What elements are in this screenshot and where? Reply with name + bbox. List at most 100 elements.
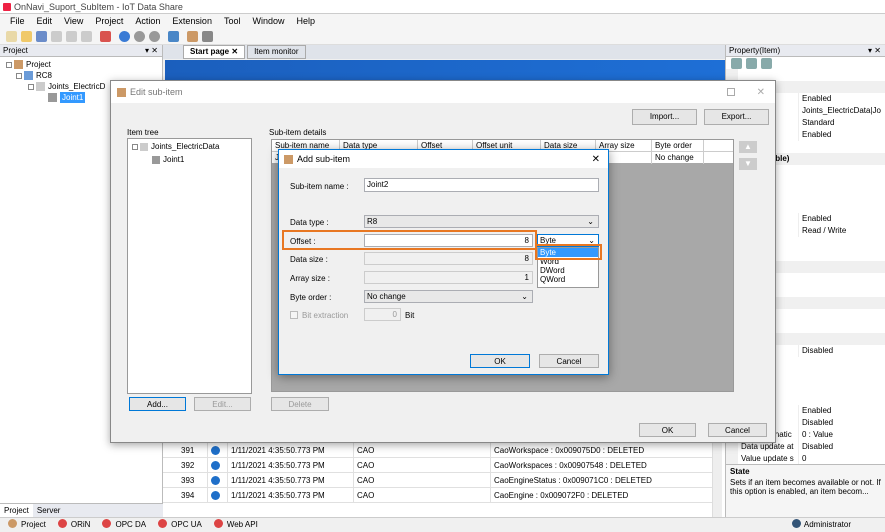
project-panel-title: Project <box>3 46 28 55</box>
stop-icon[interactable] <box>149 31 160 42</box>
chevron-down-icon: ⌄ <box>587 216 594 226</box>
tree-label: Joint1 <box>60 92 86 103</box>
property-panel-title: Property(Item) <box>729 46 781 55</box>
tree-label: Project <box>26 60 51 69</box>
categorized-icon[interactable] <box>731 57 742 69</box>
log-row[interactable]: 391 1/11/2021 4:35:50.773 PM CAO CaoWorkspa… <box>163 443 715 458</box>
tree-item-project[interactable]: Project <box>6 59 162 70</box>
tree-item-joints[interactable]: Joints_ElectricData <box>128 139 251 154</box>
status-orin[interactable]: ORiN <box>54 518 95 532</box>
move-up-button[interactable]: ▲ <box>739 141 757 153</box>
byte-order-select[interactable]: No change ⌄ <box>364 290 533 303</box>
offset-label: Offset : <box>290 237 316 246</box>
save-icon[interactable] <box>36 31 47 42</box>
info-icon <box>208 458 228 472</box>
status-opcda[interactable]: OPC DA <box>98 518 150 532</box>
property-pages-icon[interactable] <box>761 57 772 69</box>
cancel-button[interactable]: Cancel <box>708 423 767 437</box>
property-value: Enabled <box>798 213 885 225</box>
move-down-button[interactable]: ▼ <box>739 158 757 170</box>
status-project[interactable]: Project <box>4 518 50 532</box>
close-icon[interactable]: ✕ <box>592 154 600 165</box>
menu-item[interactable]: Window <box>246 14 290 29</box>
edit-button[interactable]: Edit... <box>194 397 251 411</box>
document-tabs: Start page ✕ Item monitor <box>163 45 725 59</box>
menu-item[interactable]: Project <box>89 14 129 29</box>
property-value: Standard <box>798 117 885 129</box>
log-id: 392 <box>163 458 208 472</box>
menu-item[interactable]: View <box>58 14 89 29</box>
menu-item[interactable]: Extension <box>166 14 218 29</box>
option-dword[interactable]: DWord <box>538 266 598 275</box>
menu-item[interactable]: File <box>4 14 31 29</box>
collapse-icon[interactable] <box>28 83 34 90</box>
subitem-name-input[interactable]: Joint2 <box>364 178 599 192</box>
log-row[interactable]: 393 1/11/2021 4:35:50.773 PM CAO CaoEngineS… <box>163 473 715 488</box>
opcua-status-icon <box>158 518 168 528</box>
log-source: CAO <box>354 458 491 472</box>
collapse-icon[interactable] <box>16 72 22 79</box>
status-opcua[interactable]: OPC UA <box>154 518 206 532</box>
monitor-icon[interactable] <box>168 31 179 42</box>
toolbox-icon[interactable] <box>100 31 111 42</box>
option-qword[interactable]: QWord <box>538 275 598 284</box>
menu-item[interactable]: Help <box>290 14 321 29</box>
log-message: CaoWorkspaces : 0x00907548 : DELETED <box>494 461 647 470</box>
log-scrollbar[interactable] <box>712 443 722 517</box>
cancel-button[interactable]: Cancel <box>539 354 599 368</box>
paste-icon[interactable] <box>66 31 77 42</box>
tree-item-joint1[interactable]: Joint1 <box>128 154 251 165</box>
collapse-icon[interactable] <box>132 143 138 150</box>
log-row[interactable]: 392 1/11/2021 4:35:50.773 PM CAO CaoWorkspa… <box>163 458 715 473</box>
panel-pin-icon[interactable]: ▾ ✕ <box>868 45 881 57</box>
status-bar: Project ORiN OPC DA OPC UA Web API Admin… <box>0 517 885 531</box>
log-id: 393 <box>163 473 208 487</box>
log-message: CaoEngine : 0x009072F0 : DELETED <box>494 491 629 500</box>
menu-item[interactable]: Action <box>129 14 166 29</box>
delete-button[interactable]: Delete <box>271 397 329 411</box>
open-icon[interactable] <box>21 31 32 42</box>
collapse-icon[interactable] <box>6 61 12 68</box>
subitem-icon <box>152 155 160 164</box>
copy-icon[interactable] <box>51 31 62 42</box>
export-button[interactable]: Export... <box>704 109 769 125</box>
ok-button[interactable]: OK <box>470 354 530 368</box>
item-tree-label: Item tree <box>127 128 159 137</box>
add-button[interactable]: Add... <box>129 397 186 411</box>
byte-order-label: Byte order : <box>290 293 332 302</box>
log-row[interactable]: 394 1/11/2021 4:35:50.773 PM CAO CaoEngine … <box>163 488 715 503</box>
ok-button[interactable]: OK <box>639 423 696 437</box>
start-icon[interactable] <box>119 31 130 42</box>
menu-item[interactable]: Tool <box>218 14 247 29</box>
bit-extraction-checkbox[interactable] <box>290 311 298 319</box>
settings-icon[interactable] <box>187 31 198 42</box>
offset-input[interactable]: 8 <box>364 234 533 247</box>
column-header[interactable]: Byte order <box>652 139 704 152</box>
tab-project[interactable]: Project <box>0 504 33 517</box>
close-icon[interactable]: ✕ <box>231 47 238 56</box>
link-icon[interactable] <box>202 31 213 42</box>
item-tree: Joints_ElectricData Joint1 <box>127 138 252 394</box>
property-value: Joints_ElectricData|Jo <box>798 105 885 117</box>
menu-item[interactable]: Edit <box>31 14 59 29</box>
log-time: 1/11/2021 4:35:50.773 PM <box>228 443 354 457</box>
status-webapi[interactable]: Web API <box>210 518 262 532</box>
import-button[interactable]: Import... <box>632 109 697 125</box>
pause-icon[interactable] <box>134 31 145 42</box>
log-table: 391 1/11/2021 4:35:50.773 PM CAO CaoWorkspa… <box>163 443 715 503</box>
property-value: 0 <box>798 453 885 464</box>
tab-start-page[interactable]: Start page ✕ <box>183 45 246 59</box>
property-name: Value update s <box>741 454 794 463</box>
property-row[interactable]: Value update s 0 <box>726 453 885 464</box>
data-type-select[interactable]: R8 ⌄ <box>364 215 599 228</box>
close-icon[interactable]: ✕ <box>757 87 765 98</box>
project-icon <box>14 60 23 69</box>
delete-icon[interactable] <box>81 31 92 42</box>
maximize-icon[interactable] <box>726 88 735 96</box>
tab-server[interactable]: Server <box>33 504 65 517</box>
new-icon[interactable] <box>6 31 17 42</box>
panel-pin-icon[interactable]: ▾ ✕ <box>145 45 158 57</box>
app-titlebar: OnNavi_Suport_SubItem - IoT Data Share <box>0 0 885 14</box>
alphabetical-icon[interactable] <box>746 57 757 69</box>
tab-item-monitor[interactable]: Item monitor <box>247 45 306 59</box>
